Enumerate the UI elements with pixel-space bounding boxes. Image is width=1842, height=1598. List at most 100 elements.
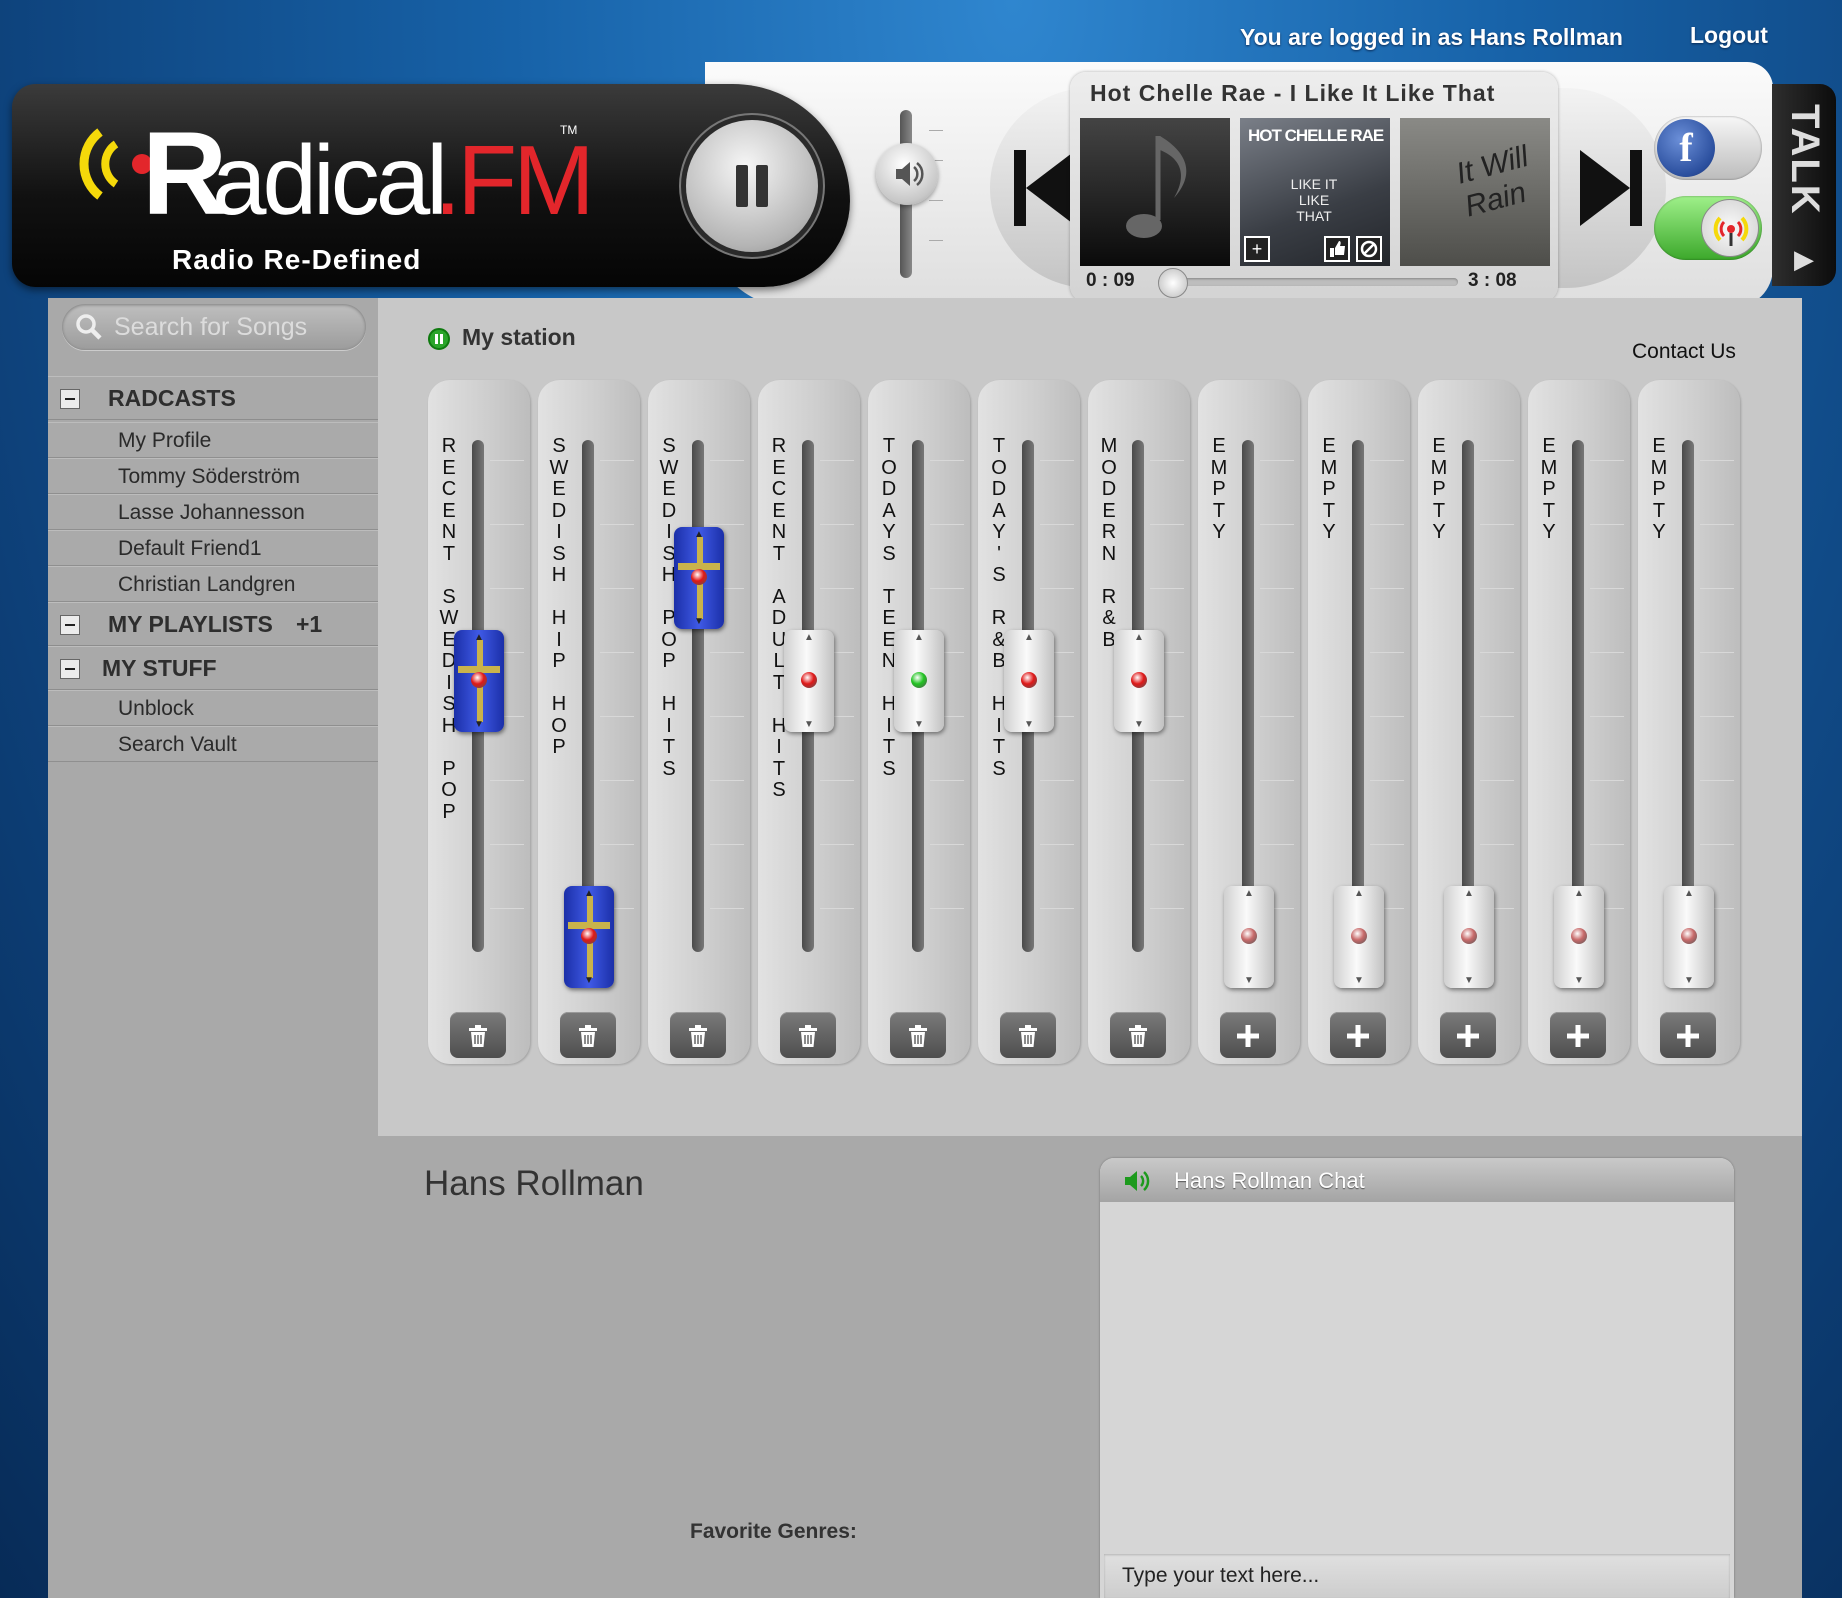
logo-text-fm: .FM	[434, 125, 591, 224]
delete-channel-button[interactable]	[670, 1012, 726, 1058]
channel-fader-knob[interactable]: ▲ ▼	[1004, 630, 1054, 732]
sidebar-item-friend[interactable]: Lasse Johannesson	[48, 494, 378, 530]
channel-fader-track[interactable]	[1682, 440, 1694, 952]
sidebar-item-search-vault[interactable]: Search Vault	[48, 726, 378, 762]
channel-fader-knob[interactable]: ▲ ▼	[784, 630, 834, 732]
fader-tick	[1370, 780, 1404, 781]
channel-fader-knob[interactable]: ▲ ▼	[1334, 886, 1384, 988]
add-channel-button[interactable]	[1550, 1012, 1606, 1058]
album-art-it-will-rain[interactable]: It Will Rain	[1400, 118, 1550, 266]
section-radcasts[interactable]: RADCASTS	[48, 376, 378, 420]
next-button[interactable]	[1540, 88, 1666, 288]
arrow-down-icon: ▼	[1684, 975, 1694, 986]
led-indicator	[1571, 928, 1587, 944]
collapse-icon[interactable]	[60, 659, 80, 679]
channel-fader-track[interactable]	[692, 440, 704, 952]
fader-tick	[1260, 844, 1294, 845]
fader-tick	[1480, 652, 1514, 653]
fader-tick	[490, 908, 524, 909]
chat-input[interactable]	[1104, 1554, 1730, 1598]
fader-tick	[1480, 844, 1514, 845]
fader-tick	[1040, 780, 1074, 781]
collapse-icon[interactable]	[60, 389, 80, 409]
fader-tick	[1040, 524, 1074, 525]
channel-label: E M P T Y	[1320, 435, 1338, 543]
channel-fader-knob[interactable]: ▲ ▼	[894, 630, 944, 732]
delete-channel-button[interactable]	[450, 1012, 506, 1058]
sidebar-item-friend[interactable]: Default Friend1	[48, 530, 378, 566]
section-my-playlists[interactable]: MY PLAYLISTS +1	[48, 602, 378, 646]
fader-tick	[710, 716, 744, 717]
album-art-placeholder[interactable]	[1080, 118, 1230, 266]
channel-fader-knob[interactable]: ▲ ▼	[1114, 630, 1164, 732]
channel-fader-knob[interactable]: ▲ ▼	[1224, 886, 1274, 988]
fader-tick	[1590, 716, 1624, 717]
fader-tick	[1590, 588, 1624, 589]
delete-channel-button[interactable]	[560, 1012, 616, 1058]
channel-fader-knob[interactable]: ▲ ▼	[1554, 886, 1604, 988]
fader-tick	[1700, 588, 1734, 589]
thumbs-up-button[interactable]	[1324, 236, 1350, 262]
station-pause-icon[interactable]	[428, 328, 450, 350]
add-channel-button[interactable]	[1440, 1012, 1496, 1058]
channel-strip: E M P T Y ▲ ▼	[1418, 380, 1520, 1064]
channel-fader-knob[interactable]: ▲ ▼	[1444, 886, 1494, 988]
fader-tick	[490, 460, 524, 461]
channel-strip: R E C E N T S W E D I S H P O P ▲ ▼	[428, 380, 530, 1064]
channel-fader-track[interactable]	[1462, 440, 1474, 952]
sidebar-item-my-profile[interactable]: My Profile	[48, 422, 378, 458]
search-box[interactable]	[62, 304, 366, 350]
channel-fader-knob[interactable]: ▲ ▼	[1664, 886, 1714, 988]
fader-tick	[710, 908, 744, 909]
channel-fader-track[interactable]	[1572, 440, 1584, 952]
sidebar-item-friend[interactable]: Christian Landgren	[48, 566, 378, 602]
talk-tab[interactable]: TALK ▶	[1772, 84, 1836, 286]
album-art-hot-chelle-rae[interactable]: HOT CHELLE RAE LIKE IT LIKE THAT +	[1240, 118, 1390, 266]
now-playing-box: Hot Chelle Rae - I Like It Like That HOT…	[1070, 72, 1558, 302]
delete-channel-button[interactable]	[1110, 1012, 1166, 1058]
logout-link[interactable]: Logout	[1690, 22, 1768, 49]
sidebar-item-unblock[interactable]: Unblock	[48, 690, 378, 726]
add-song-button[interactable]: +	[1244, 236, 1270, 262]
channel-label: M O D E R N R & B	[1100, 435, 1118, 651]
section-my-stuff[interactable]: MY STUFF	[48, 646, 378, 690]
channel-fader-track[interactable]	[582, 440, 594, 952]
channel-fader-knob[interactable]: ▲ ▼	[454, 630, 504, 732]
add-channel-button[interactable]	[1220, 1012, 1276, 1058]
arrow-up-icon: ▲	[584, 888, 594, 899]
delete-channel-button[interactable]	[780, 1012, 836, 1058]
volume-tick	[929, 240, 943, 241]
broadcast-toggle[interactable]	[1654, 196, 1762, 260]
sidebar-item-friend[interactable]: Tommy Söderström	[48, 458, 378, 494]
fader-tick	[710, 460, 744, 461]
fader-tick	[600, 716, 634, 717]
fader-tick	[1150, 460, 1184, 461]
add-channel-button[interactable]	[1330, 1012, 1386, 1058]
block-song-button[interactable]	[1356, 236, 1382, 262]
fader-tick	[1590, 460, 1624, 461]
channel-fader-knob[interactable]: ▲ ▼	[564, 886, 614, 988]
sidebar-item-label: Tommy Söderström	[118, 465, 301, 488]
pause-button[interactable]	[686, 120, 818, 252]
led-indicator	[581, 928, 597, 944]
facebook-icon: f	[1657, 119, 1715, 177]
contact-us-link[interactable]: Contact Us	[1632, 340, 1736, 364]
arrow-up-icon: ▲	[1024, 632, 1034, 643]
progress-track[interactable]	[1158, 278, 1458, 286]
favorite-genres-label: Favorite Genres:	[690, 1520, 857, 1543]
volume-knob[interactable]	[876, 143, 938, 205]
channel-fader-track[interactable]	[1242, 440, 1254, 952]
progress-thumb[interactable]	[1158, 268, 1188, 298]
search-input[interactable]	[114, 312, 354, 342]
channel-fader-track[interactable]	[1352, 440, 1364, 952]
fader-tick	[1370, 716, 1404, 717]
delete-channel-button[interactable]	[890, 1012, 946, 1058]
channel-strip: R E C E N T A D U L T H I T S ▲ ▼	[758, 380, 860, 1064]
add-channel-button[interactable]	[1660, 1012, 1716, 1058]
logged-in-text: You are logged in as Hans Rollman	[1240, 24, 1623, 50]
delete-channel-button[interactable]	[1000, 1012, 1056, 1058]
collapse-icon[interactable]	[60, 615, 80, 635]
tagline: Radio Re-Defined	[172, 244, 422, 275]
channel-fader-knob[interactable]: ▲ ▼	[674, 527, 724, 629]
facebook-toggle[interactable]: f	[1654, 116, 1762, 180]
